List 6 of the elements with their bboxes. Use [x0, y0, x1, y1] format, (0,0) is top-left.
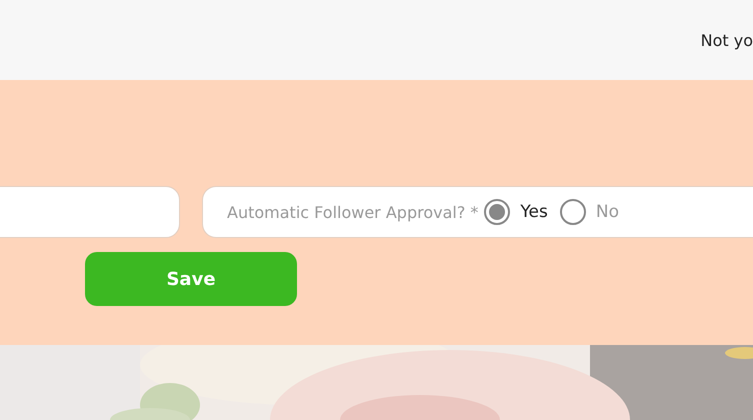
- header-link[interactable]: Not yo: [700, 30, 753, 50]
- input-field[interactable]: [0, 186, 180, 238]
- approval-label: Automatic Follower Approval? *: [227, 202, 478, 222]
- radio-icon[interactable]: [484, 199, 510, 225]
- radio-option[interactable]: Yes: [484, 199, 548, 225]
- radio-icon[interactable]: [560, 199, 586, 225]
